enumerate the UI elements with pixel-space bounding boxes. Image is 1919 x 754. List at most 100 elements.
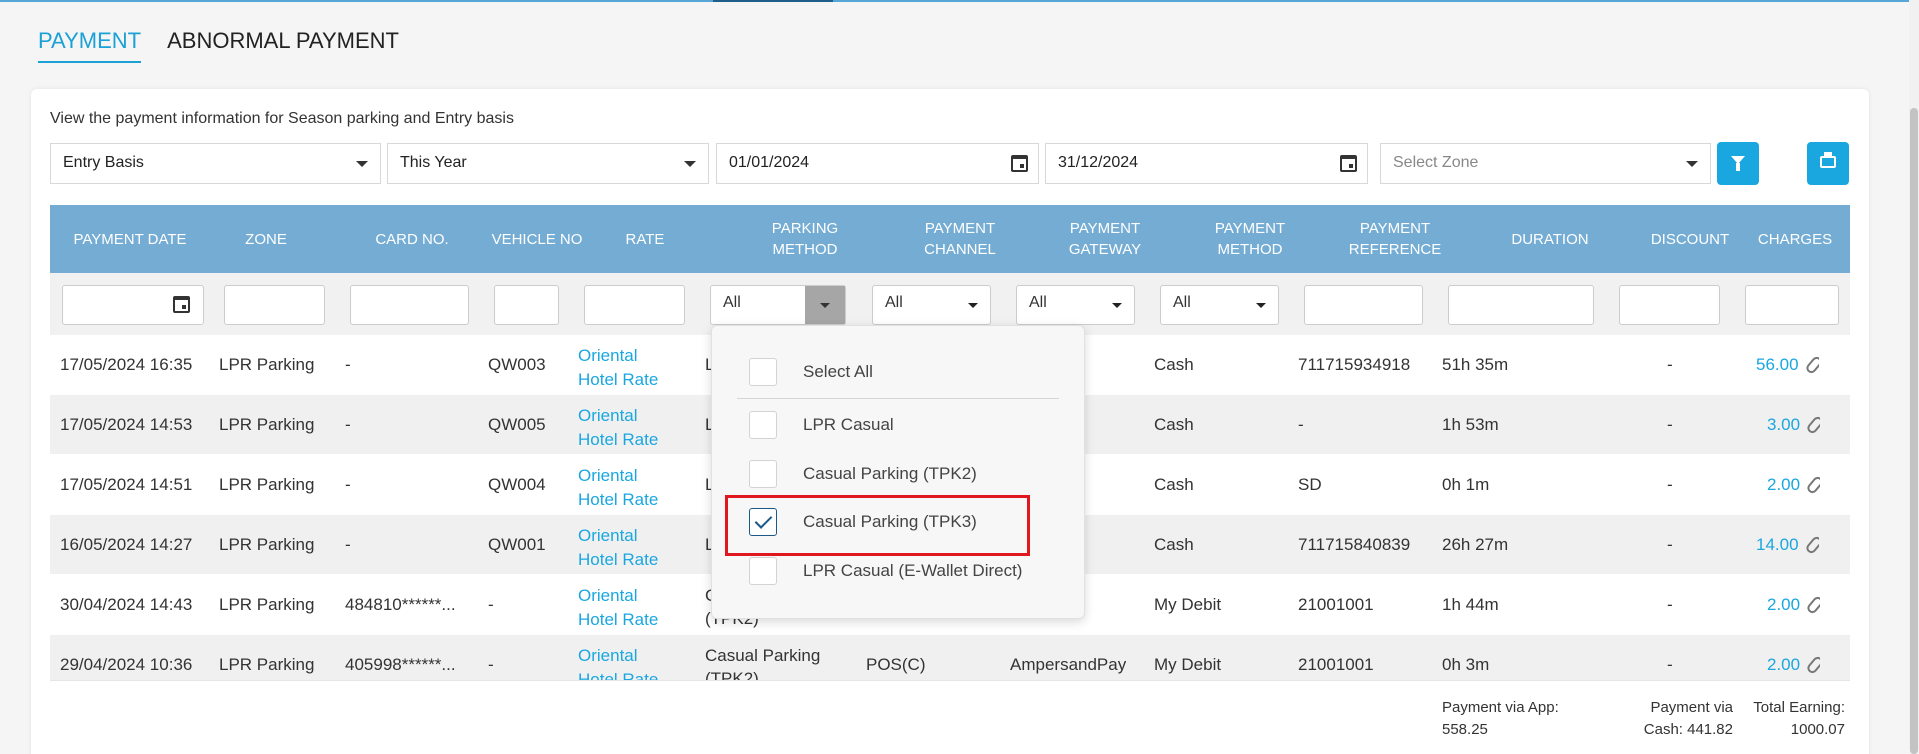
chevron-down-icon[interactable] bbox=[805, 286, 845, 324]
col-card-no[interactable]: CARD NO. bbox=[342, 205, 482, 273]
cell-payment-reference: - bbox=[1298, 415, 1304, 434]
rate-link[interactable]: Oriental Hotel Rate bbox=[578, 638, 678, 680]
cell-payment-reference: 711715934918 bbox=[1298, 355, 1411, 374]
duration-filter-input[interactable] bbox=[1448, 285, 1594, 325]
rate-link[interactable]: Oriental Hotel Rate bbox=[578, 518, 678, 572]
cell-vehicle-no: - bbox=[488, 595, 494, 614]
cell-rate[interactable]: Oriental Hotel Rate bbox=[578, 635, 678, 680]
cell-card-no: - bbox=[345, 535, 351, 554]
cell-vehicle-no: QW001 bbox=[488, 535, 546, 554]
paperclip-icon[interactable] bbox=[1805, 594, 1821, 616]
cell-discount: - bbox=[1667, 415, 1673, 434]
charge-link[interactable]: 2.00 bbox=[1767, 595, 1800, 615]
checkbox[interactable] bbox=[749, 411, 777, 439]
payment-gateway-filter[interactable]: All bbox=[1016, 285, 1135, 325]
paperclip-icon[interactable] bbox=[1803, 354, 1819, 376]
scrollbar-thumb[interactable] bbox=[1910, 108, 1918, 754]
cell-payment-reference: SD bbox=[1298, 475, 1322, 494]
col-payment-date[interactable]: PAYMENT DATE bbox=[50, 205, 210, 273]
rate-filter-input[interactable] bbox=[584, 285, 685, 325]
col-payment-channel[interactable]: PAYMENT CHANNEL bbox=[900, 205, 1020, 273]
chevron-down-icon bbox=[1256, 303, 1266, 308]
paperclip-icon[interactable] bbox=[1803, 534, 1819, 556]
charges-filter-input[interactable] bbox=[1745, 285, 1839, 325]
charge-link[interactable]: 56.00 bbox=[1756, 355, 1799, 375]
filter-button[interactable] bbox=[1717, 142, 1759, 185]
cell-rate[interactable]: Oriental Hotel Rate bbox=[578, 455, 678, 515]
parking-method-filter[interactable]: All bbox=[710, 285, 846, 325]
chevron-down-icon bbox=[1686, 161, 1698, 167]
discount-filter-input[interactable] bbox=[1619, 285, 1720, 325]
option-lpr-casual-ewallet[interactable]: LPR Casual (E-Wallet Direct) bbox=[749, 557, 1022, 585]
checkbox[interactable] bbox=[749, 460, 777, 488]
cell-zone: LPR Parking bbox=[219, 595, 315, 614]
paperclip-icon[interactable] bbox=[1805, 654, 1821, 676]
rate-link[interactable]: Oriental Hotel Rate bbox=[578, 398, 678, 452]
card-filter-input[interactable] bbox=[350, 285, 469, 325]
parking-method-filter-value: All bbox=[723, 294, 741, 311]
cell-duration: 26h 27m bbox=[1442, 535, 1509, 554]
col-duration[interactable]: DURATION bbox=[1470, 205, 1630, 273]
type-select[interactable]: Entry Basis bbox=[50, 143, 381, 184]
charge-link[interactable]: 2.00 bbox=[1767, 655, 1800, 675]
cell-discount: - bbox=[1667, 655, 1673, 674]
rate-link[interactable]: Oriental Hotel Rate bbox=[578, 458, 678, 512]
col-payment-method[interactable]: PAYMENT METHOD bbox=[1190, 205, 1310, 273]
payment-method-filter[interactable]: All bbox=[1160, 285, 1279, 325]
checkbox[interactable] bbox=[749, 358, 777, 386]
cell-discount: - bbox=[1667, 475, 1673, 494]
col-charges[interactable]: CHARGES bbox=[1745, 205, 1845, 273]
col-discount[interactable]: DISCOUNT bbox=[1630, 205, 1750, 273]
cell-payment-date: 29/04/2024 10:36 bbox=[60, 655, 193, 674]
parking-method-dropdown: Select All LPR Casual Casual Parking (TP… bbox=[711, 325, 1085, 619]
tab-abnormal-payment[interactable]: ABNORMAL PAYMENT bbox=[167, 28, 399, 63]
cell-rate[interactable]: Oriental Hotel Rate bbox=[578, 575, 678, 635]
cell-rate[interactable]: Oriental Hotel Rate bbox=[578, 335, 678, 395]
rate-link[interactable]: Oriental Hotel Rate bbox=[578, 338, 678, 392]
charge-link[interactable]: 3.00 bbox=[1767, 415, 1800, 435]
calendar-icon[interactable] bbox=[173, 296, 190, 313]
charge-link[interactable]: 14.00 bbox=[1756, 535, 1799, 555]
cell-rate[interactable]: Oriental Hotel Rate bbox=[578, 395, 678, 455]
print-button[interactable] bbox=[1807, 142, 1849, 185]
calendar-icon[interactable] bbox=[1011, 155, 1028, 172]
paperclip-icon[interactable] bbox=[1805, 414, 1821, 436]
cell-payment-method: Cash bbox=[1154, 535, 1194, 554]
page-scrollbar[interactable] bbox=[1909, 0, 1919, 754]
col-zone[interactable]: ZONE bbox=[210, 205, 322, 273]
vehicle-filter-input[interactable] bbox=[494, 285, 559, 325]
rate-link[interactable]: Oriental Hotel Rate bbox=[578, 578, 678, 632]
zone-select[interactable]: Select Zone bbox=[1380, 143, 1711, 184]
col-payment-reference[interactable]: PAYMENT REFERENCE bbox=[1325, 205, 1465, 273]
table-row[interactable]: 29/04/2024 10:36 LPR Parking 405998*****… bbox=[50, 635, 1850, 680]
cell-payment-method: My Debit bbox=[1154, 655, 1222, 674]
chevron-down-icon bbox=[356, 161, 368, 167]
option-select-all[interactable]: Select All bbox=[749, 358, 873, 386]
option-lpr-casual[interactable]: LPR Casual bbox=[749, 411, 894, 439]
col-rate[interactable]: RATE bbox=[570, 205, 720, 273]
date-to-input[interactable]: 31/12/2024 bbox=[1045, 143, 1368, 184]
charge-link[interactable]: 2.00 bbox=[1767, 475, 1800, 495]
date-filter-input[interactable] bbox=[62, 285, 204, 325]
cell-duration: 1h 44m bbox=[1442, 595, 1499, 614]
zone-filter-input[interactable] bbox=[224, 285, 325, 325]
option-casual-parking-tpk2[interactable]: Casual Parking (TPK2) bbox=[749, 460, 977, 488]
col-payment-gateway[interactable]: PAYMENT GATEWAY bbox=[1045, 205, 1165, 273]
cell-rate[interactable]: Oriental Hotel Rate bbox=[578, 515, 678, 575]
period-select[interactable]: This Year bbox=[387, 143, 709, 184]
tab-payment[interactable]: PAYMENT bbox=[38, 28, 142, 63]
cell-card-no: 484810******... bbox=[345, 595, 456, 614]
paperclip-icon[interactable] bbox=[1805, 474, 1821, 496]
calendar-icon[interactable] bbox=[1340, 155, 1357, 172]
date-from-input[interactable]: 01/01/2024 bbox=[716, 143, 1039, 184]
reference-filter-input[interactable] bbox=[1304, 285, 1423, 325]
table-header: PAYMENT DATE ZONE CARD NO. VEHICLE NO RA… bbox=[50, 205, 1850, 273]
cell-payment-channel: POS(C) bbox=[866, 655, 926, 674]
payment-channel-filter-value: All bbox=[885, 294, 903, 311]
cell-payment-method: Cash bbox=[1154, 415, 1194, 434]
checkbox[interactable] bbox=[749, 557, 777, 585]
payment-channel-filter[interactable]: All bbox=[872, 285, 991, 325]
col-parking-method[interactable]: PARKING METHOD bbox=[740, 205, 870, 273]
page-description: View the payment information for Season … bbox=[50, 110, 514, 127]
cell-zone: LPR Parking bbox=[219, 655, 315, 674]
